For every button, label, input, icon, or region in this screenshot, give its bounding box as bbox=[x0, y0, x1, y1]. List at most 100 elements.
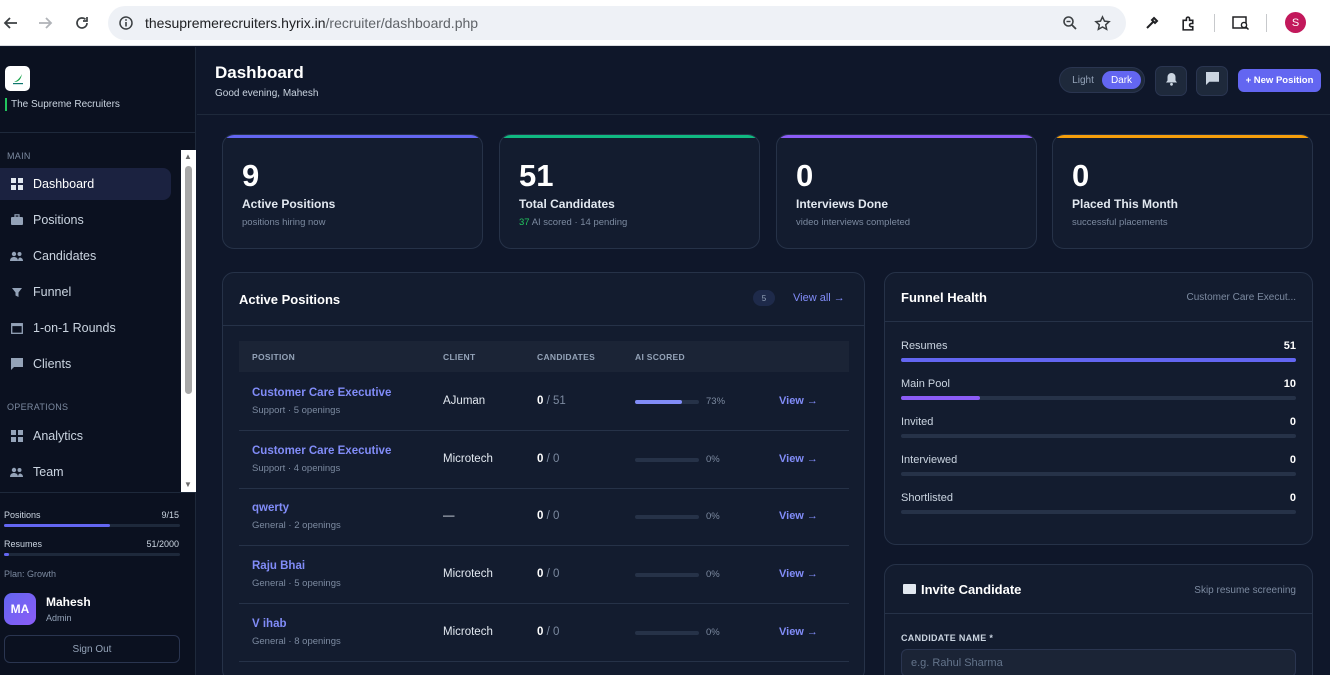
usage-positions-fill bbox=[4, 524, 110, 527]
profile-avatar[interactable]: S bbox=[1285, 12, 1306, 33]
brand-logo[interactable] bbox=[5, 66, 30, 91]
grid-icon bbox=[10, 178, 23, 191]
stat-label: Interviews Done bbox=[796, 197, 889, 211]
position-name-link[interactable]: Customer Care Executive bbox=[252, 387, 391, 399]
sidebar-item-funnel[interactable]: Funnel bbox=[0, 276, 171, 308]
theme-dark-option[interactable]: Dark bbox=[1102, 71, 1141, 89]
funnel-health-panel: Funnel Health Customer Care Execut... Re… bbox=[884, 272, 1313, 545]
sidebar-scrollbar[interactable]: ▲ ▼ bbox=[181, 150, 196, 492]
messages-button[interactable] bbox=[1196, 66, 1228, 96]
table-row[interactable]: Raju Bhai General · 5 openings Microtech… bbox=[239, 546, 849, 604]
invite-candidate-panel: Invite Candidate Skip resume screening C… bbox=[884, 564, 1313, 675]
scroll-down-icon[interactable]: ▼ bbox=[184, 480, 192, 489]
sidebar-item-label: 1-on-1 Rounds bbox=[33, 321, 116, 335]
ai-scored-fill bbox=[635, 400, 682, 404]
extensions-icon[interactable] bbox=[1177, 12, 1199, 34]
stat-label: Total Candidates bbox=[519, 197, 615, 211]
stat-subtext: successful placements bbox=[1072, 217, 1168, 228]
funnel-stage-value: 51 bbox=[1283, 340, 1296, 352]
funnel-stage-label: Interviewed bbox=[901, 454, 958, 466]
table-row[interactable]: Customer Care Executive Support · 4 open… bbox=[239, 431, 849, 489]
view-position-link[interactable]: View → bbox=[779, 395, 818, 407]
reload-icon[interactable] bbox=[71, 12, 93, 34]
sign-out-button[interactable]: Sign Out bbox=[4, 635, 180, 663]
ai-scored-bar bbox=[635, 515, 699, 519]
view-position-link[interactable]: View → bbox=[779, 626, 818, 638]
position-name-link[interactable]: Customer Care Executive bbox=[252, 445, 391, 457]
candidate-total: / 0 bbox=[543, 453, 560, 465]
sidebar-item-1on1-rounds[interactable]: 1-on-1 Rounds bbox=[0, 312, 171, 344]
sidebar-item-positions[interactable]: Positions bbox=[0, 204, 171, 236]
theme-light-option[interactable]: Light bbox=[1065, 71, 1101, 89]
sidebar-item-label: Candidates bbox=[33, 249, 97, 263]
table-header: POSITION CLIENT CANDIDATES AI SCORED bbox=[239, 341, 849, 372]
table-row[interactable]: Customer Care Executive Support · 5 open… bbox=[239, 373, 849, 431]
stat-value: 0 bbox=[796, 158, 814, 193]
sidebar-item-clients[interactable]: Clients bbox=[0, 348, 171, 380]
usage-positions-value: 9/15 bbox=[161, 510, 179, 520]
funnel-stage-value: 10 bbox=[1283, 378, 1296, 390]
position-meta: Support · 5 openings bbox=[252, 405, 341, 416]
view-all-link[interactable]: View all → bbox=[793, 292, 845, 304]
tab-search-icon[interactable] bbox=[1230, 12, 1252, 34]
chat-icon bbox=[1205, 72, 1219, 90]
sidebar-item-label: Clients bbox=[33, 357, 72, 371]
funnel-stage-value: 0 bbox=[1289, 416, 1296, 428]
candidate-count: 0 / 0 bbox=[537, 568, 559, 580]
position-name-link[interactable]: qwerty bbox=[252, 502, 289, 514]
bookmark-star-icon[interactable] bbox=[1092, 13, 1112, 33]
stat-card-interviews-done[interactable]: 0 Interviews Done video interviews compl… bbox=[776, 134, 1037, 249]
view-position-link[interactable]: View → bbox=[779, 568, 818, 580]
funnel-stage-bar bbox=[901, 396, 1296, 400]
forward-icon[interactable] bbox=[34, 12, 56, 34]
table-row[interactable]: V ihab General · 8 openings Microtech 0 … bbox=[239, 604, 849, 662]
stat-card-active-positions[interactable]: 9 Active Positions positions hiring now bbox=[222, 134, 483, 249]
candidate-total: / 0 bbox=[543, 510, 560, 522]
sidebar-item-candidates[interactable]: Candidates bbox=[0, 240, 171, 272]
browser-toolbar: thesupremerecruiters.hyrix.in/recruiter/… bbox=[0, 0, 1330, 46]
section-main-label: MAIN bbox=[7, 151, 31, 161]
position-name-link[interactable]: V ihab bbox=[252, 618, 287, 630]
stat-label: Placed This Month bbox=[1072, 197, 1179, 211]
sidebar-item-team[interactable]: Team bbox=[0, 456, 171, 488]
sidebar-item-analytics[interactable]: Analytics bbox=[0, 420, 171, 452]
scroll-up-icon[interactable]: ▲ bbox=[184, 152, 192, 161]
stat-accent-bar bbox=[1053, 135, 1312, 138]
new-position-button[interactable]: + New Position bbox=[1238, 69, 1321, 92]
candidate-name-input[interactable] bbox=[901, 649, 1296, 675]
chat-icon bbox=[10, 358, 23, 371]
stat-card-placed-this-month[interactable]: 0 Placed This Month successful placement… bbox=[1052, 134, 1313, 249]
position-name-link[interactable]: Raju Bhai bbox=[252, 560, 305, 572]
stat-card-total-candidates[interactable]: 51 Total Candidates 37 AI scored · 14 pe… bbox=[499, 134, 760, 249]
view-position-link[interactable]: View → bbox=[779, 453, 818, 465]
funnel-stage-label: Resumes bbox=[901, 340, 948, 352]
avatar[interactable]: MA bbox=[4, 593, 36, 625]
table-row[interactable]: qwerty General · 2 openings — 0 / 0 0% V… bbox=[239, 488, 849, 546]
view-position-link[interactable]: View → bbox=[779, 510, 818, 522]
notifications-button[interactable] bbox=[1155, 66, 1187, 96]
sidebar-item-dashboard[interactable]: Dashboard bbox=[0, 168, 171, 200]
panel-title: Invite Candidate bbox=[921, 582, 1022, 597]
sidebar: The Supreme Recruiters MAIN Dashboard Po… bbox=[0, 47, 196, 675]
eyedropper-icon[interactable] bbox=[1141, 12, 1163, 34]
ai-scored-bar bbox=[635, 458, 699, 462]
sidebar-item-label: Analytics bbox=[33, 429, 84, 443]
column-header-client: CLIENT bbox=[443, 352, 476, 362]
ai-scored-bar bbox=[635, 573, 699, 577]
ai-scored-percent: 0% bbox=[706, 569, 720, 580]
theme-toggle[interactable]: Light Dark bbox=[1059, 67, 1145, 93]
client-name: Microtech bbox=[443, 626, 493, 638]
funnel-position-selector[interactable]: Customer Care Execut... bbox=[1187, 292, 1296, 303]
ai-scored-percent: 73% bbox=[706, 396, 726, 407]
skip-screening-label[interactable]: Skip resume screening bbox=[1194, 585, 1296, 596]
back-icon[interactable] bbox=[0, 12, 22, 34]
sidebar-divider bbox=[0, 492, 196, 493]
usage-resumes-bar bbox=[4, 553, 180, 556]
ai-scored-percent: 0% bbox=[706, 454, 720, 465]
scrollbar-thumb[interactable] bbox=[185, 166, 192, 394]
site-info-icon[interactable] bbox=[116, 13, 136, 33]
address-bar[interactable]: thesupremerecruiters.hyrix.in/recruiter/… bbox=[108, 6, 1126, 40]
zoom-icon[interactable] bbox=[1060, 13, 1080, 33]
sidebar-item-label: Positions bbox=[33, 213, 84, 227]
funnel-stage-fill bbox=[901, 358, 1296, 362]
